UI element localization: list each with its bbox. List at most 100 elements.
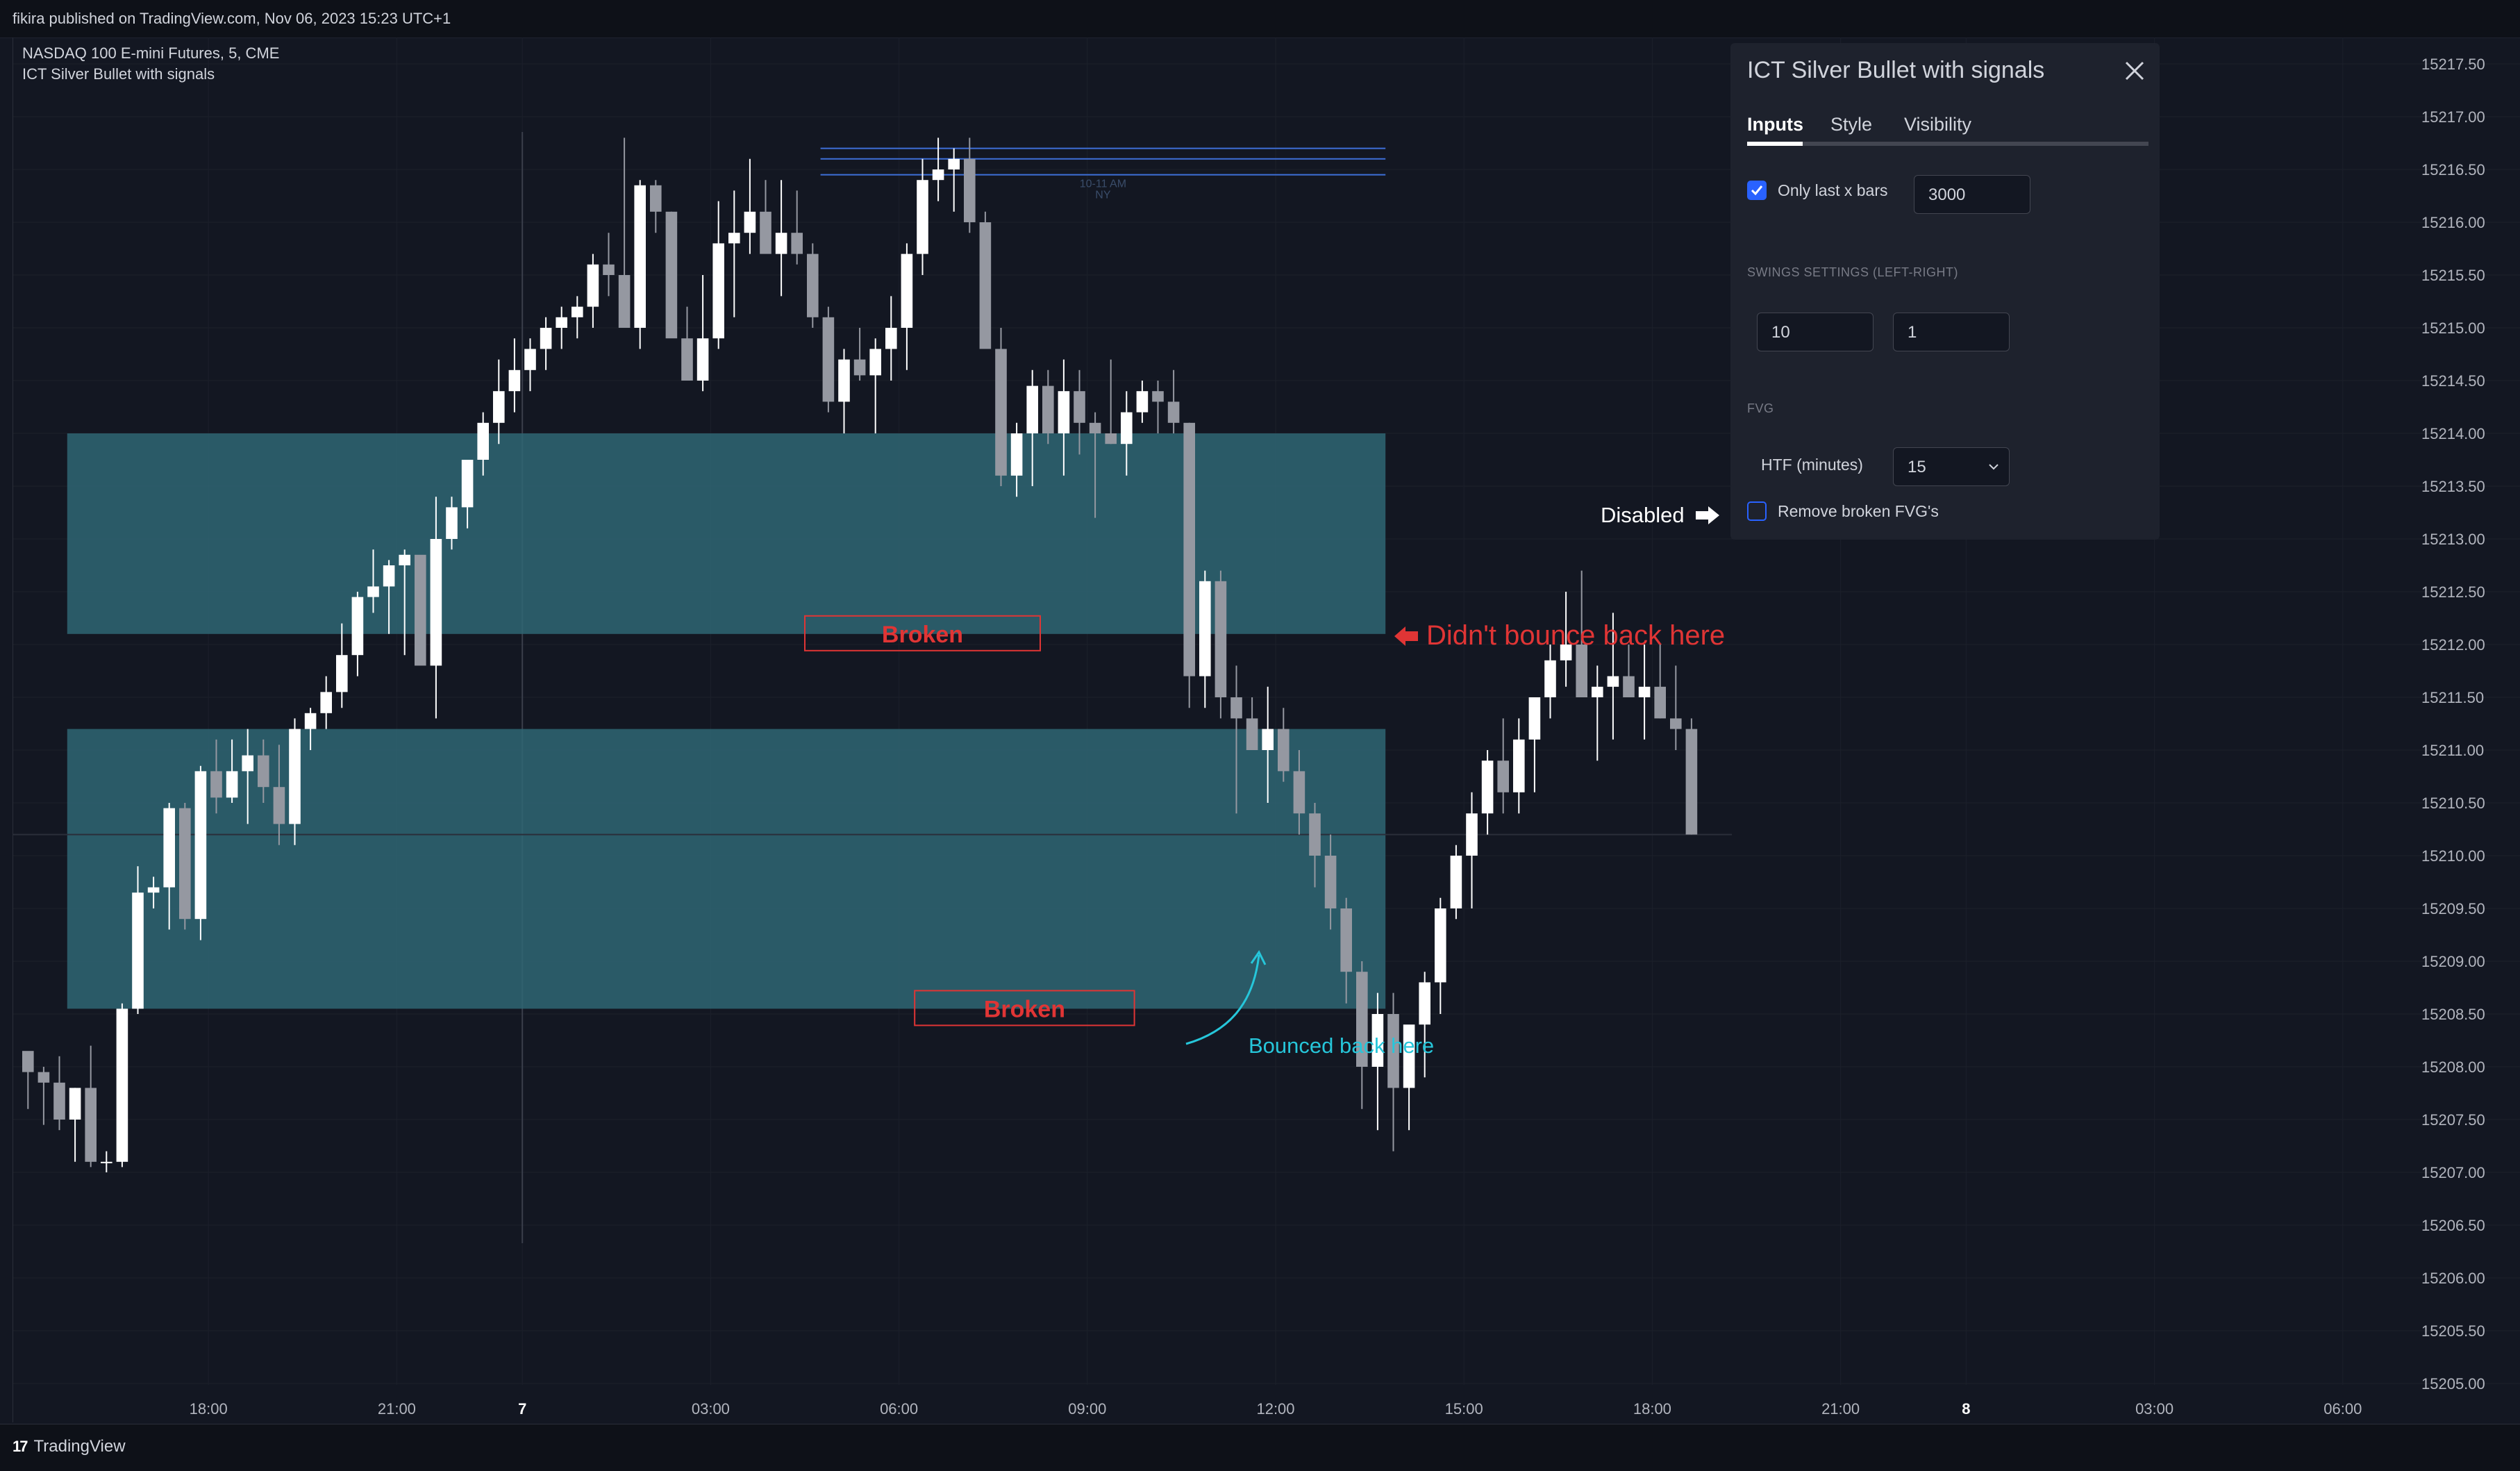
candle[interactable] bbox=[681, 338, 693, 381]
candle[interactable] bbox=[979, 222, 992, 349]
only-last-bars-checkbox[interactable] bbox=[1747, 181, 1767, 200]
candle[interactable] bbox=[194, 771, 207, 920]
candle[interactable] bbox=[367, 586, 379, 597]
candle[interactable] bbox=[1026, 385, 1038, 433]
candle[interactable] bbox=[304, 713, 317, 729]
tab-visibility[interactable]: Visibility bbox=[1904, 114, 1971, 135]
candle[interactable] bbox=[634, 185, 646, 328]
candle[interactable] bbox=[101, 1161, 112, 1163]
candle[interactable] bbox=[1167, 401, 1180, 423]
candle[interactable] bbox=[1230, 697, 1242, 719]
candle[interactable] bbox=[1278, 729, 1290, 772]
candle[interactable] bbox=[1576, 645, 1587, 697]
candle[interactable] bbox=[587, 264, 599, 307]
candle[interactable] bbox=[132, 892, 144, 1009]
candle[interactable] bbox=[885, 328, 897, 349]
candle[interactable] bbox=[1466, 813, 1478, 856]
candle[interactable] bbox=[508, 369, 521, 392]
candle[interactable] bbox=[665, 211, 678, 339]
candle[interactable] bbox=[571, 306, 583, 317]
swing-left-input[interactable]: 10 bbox=[1757, 313, 1874, 351]
candle[interactable] bbox=[760, 211, 771, 254]
candle[interactable] bbox=[461, 460, 474, 508]
candle[interactable] bbox=[351, 597, 364, 656]
candle[interactable] bbox=[446, 507, 458, 539]
candle[interactable] bbox=[258, 755, 269, 788]
candle[interactable] bbox=[1497, 761, 1509, 792]
candle[interactable] bbox=[728, 233, 740, 244]
candle[interactable] bbox=[1450, 856, 1462, 908]
htf-select[interactable]: 15 bbox=[1893, 447, 2010, 486]
candle[interactable] bbox=[603, 264, 615, 275]
candle[interactable] bbox=[1481, 761, 1494, 814]
candle[interactable] bbox=[838, 359, 850, 402]
candle[interactable] bbox=[53, 1082, 65, 1120]
candle[interactable] bbox=[744, 211, 756, 233]
candle[interactable] bbox=[242, 755, 253, 772]
candle[interactable] bbox=[336, 655, 348, 692]
symbol-legend[interactable]: NASDAQ 100 E-mini Futures, 5, CME bbox=[22, 44, 279, 63]
tradingview-brand[interactable]: 17 TradingView bbox=[12, 1437, 126, 1456]
candle[interactable] bbox=[477, 422, 489, 460]
candle[interactable] bbox=[807, 254, 819, 317]
candle[interactable] bbox=[226, 771, 238, 798]
candle[interactable] bbox=[1340, 908, 1352, 972]
candle[interactable] bbox=[1638, 686, 1651, 697]
candle[interactable] bbox=[1058, 391, 1070, 433]
candle[interactable] bbox=[556, 317, 567, 328]
candle[interactable] bbox=[179, 808, 191, 920]
candle[interactable] bbox=[37, 1072, 50, 1083]
candle[interactable] bbox=[1685, 729, 1698, 835]
candle[interactable] bbox=[1324, 856, 1337, 908]
candle[interactable] bbox=[1246, 718, 1258, 750]
candle[interactable] bbox=[853, 359, 866, 376]
candle[interactable] bbox=[696, 338, 709, 381]
candle[interactable] bbox=[1262, 729, 1274, 750]
candle[interactable] bbox=[995, 349, 1007, 476]
candle[interactable] bbox=[163, 808, 175, 888]
candle[interactable] bbox=[822, 317, 835, 402]
candle[interactable] bbox=[964, 158, 976, 222]
candle[interactable] bbox=[1199, 581, 1211, 676]
candle[interactable] bbox=[116, 1008, 128, 1162]
candle[interactable] bbox=[399, 554, 410, 565]
candle[interactable] bbox=[430, 539, 442, 666]
candle[interactable] bbox=[618, 275, 631, 328]
close-icon[interactable] bbox=[2119, 56, 2150, 86]
candle[interactable] bbox=[1293, 771, 1305, 814]
candle[interactable] bbox=[901, 254, 913, 328]
candle[interactable] bbox=[1435, 908, 1446, 983]
candle[interactable] bbox=[775, 233, 787, 254]
candle[interactable] bbox=[85, 1088, 97, 1162]
candle[interactable] bbox=[1136, 391, 1149, 413]
candle[interactable] bbox=[948, 158, 960, 169]
candle[interactable] bbox=[932, 169, 944, 181]
candle[interactable] bbox=[273, 787, 285, 824]
only-last-bars-input[interactable]: 3000 bbox=[1914, 175, 2030, 214]
candle[interactable] bbox=[1607, 676, 1619, 687]
candle[interactable] bbox=[383, 565, 395, 587]
candle[interactable] bbox=[1544, 660, 1556, 697]
tab-inputs[interactable]: Inputs bbox=[1747, 114, 1803, 135]
candle[interactable] bbox=[1089, 422, 1101, 433]
candle[interactable] bbox=[210, 771, 222, 798]
candle[interactable] bbox=[712, 243, 724, 339]
candle[interactable] bbox=[320, 692, 332, 713]
candle[interactable] bbox=[1215, 581, 1227, 697]
candle[interactable] bbox=[650, 185, 662, 212]
candle[interactable] bbox=[1654, 686, 1666, 719]
candle[interactable] bbox=[1592, 686, 1603, 697]
candle[interactable] bbox=[493, 391, 505, 423]
candle[interactable] bbox=[69, 1088, 81, 1120]
candle[interactable] bbox=[791, 233, 803, 254]
candle[interactable] bbox=[1010, 433, 1023, 476]
candle[interactable] bbox=[1152, 391, 1164, 402]
candle[interactable] bbox=[869, 349, 881, 376]
candle[interactable] bbox=[1121, 412, 1133, 444]
swing-right-input[interactable]: 1 bbox=[1893, 313, 2010, 351]
candle[interactable] bbox=[1419, 982, 1430, 1025]
candle[interactable] bbox=[289, 729, 301, 824]
candle[interactable] bbox=[1183, 422, 1195, 676]
remove-broken-checkbox[interactable] bbox=[1747, 501, 1767, 521]
candle[interactable] bbox=[540, 328, 552, 349]
